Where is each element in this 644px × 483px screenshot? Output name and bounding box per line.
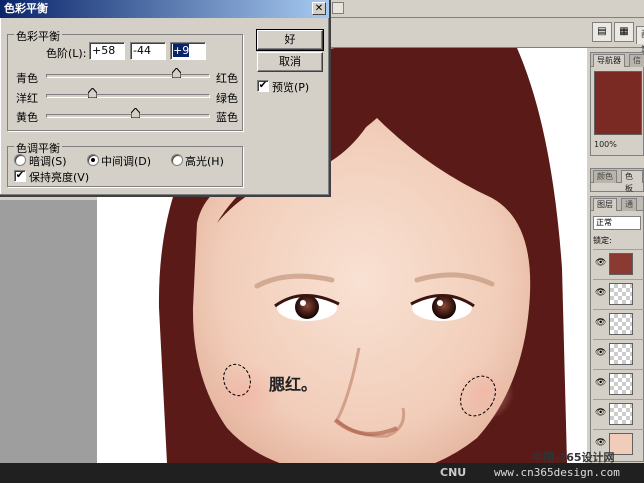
lock-label: 锁定: [593, 236, 612, 245]
slider-left-label: 洋红 [16, 92, 38, 105]
highlights-label[interactable]: 高光(H) [185, 153, 224, 169]
layer-thumbnail [609, 283, 633, 305]
zoom-level[interactable]: 100% [594, 140, 617, 149]
shadows-label[interactable]: 暗调(S) [29, 153, 67, 169]
tab-navigator[interactable]: 导航器 [593, 54, 625, 67]
tab-layers[interactable]: 图层 [593, 198, 617, 211]
cancel-button[interactable]: 取消 [257, 52, 323, 72]
yellow-blue-slider-track[interactable] [46, 114, 210, 118]
color-balance-group-label: 色彩平衡 [14, 28, 62, 44]
navigator-preview[interactable] [594, 71, 642, 135]
tab-channels[interactable]: 通 [621, 198, 637, 211]
cyan-red-slider-track[interactable] [46, 74, 210, 78]
layers-panel: 图层 通 正常 锁定: 👁 👁 👁 👁 👁 👁 👁 [590, 196, 644, 462]
yellow-blue-slider-thumb[interactable] [131, 108, 141, 118]
eye-icon[interactable]: 👁 [595, 348, 606, 358]
watermark-logo: CNU [440, 466, 467, 479]
slider-right-label: 蓝色 [216, 111, 238, 124]
tab-info[interactable]: 信 [629, 54, 644, 67]
tab-swatches[interactable]: 色板 [621, 170, 643, 193]
eye-icon[interactable]: 👁 [595, 318, 606, 328]
eye-icon[interactable]: 👁 [595, 438, 606, 448]
layer-row[interactable]: 👁 [593, 369, 644, 397]
layer-thumbnail [609, 343, 633, 365]
layer-thumbnail [609, 313, 633, 335]
magenta-green-slider-track[interactable] [46, 94, 210, 98]
blush-annotation: 腮红。 [269, 375, 318, 394]
options-icon[interactable] [332, 2, 344, 14]
layer-row[interactable]: 👁 [593, 279, 644, 307]
layer-row[interactable]: 👁 [593, 399, 644, 427]
blend-mode-select[interactable]: 正常 [593, 216, 641, 230]
watermark-bar: CNU 中国-365设计网 www.cn365design.com [0, 451, 644, 483]
eye-icon[interactable]: 👁 [595, 408, 606, 418]
slider-right-label: 红色 [216, 72, 238, 85]
level-cyan-red-field[interactable]: +58 [89, 42, 125, 60]
slider-right-label: 绿色 [216, 92, 238, 105]
watermark-site: 中国-365设计网 [532, 451, 615, 464]
eye-icon[interactable]: 👁 [595, 288, 606, 298]
level-magenta-green-field[interactable]: -44 [130, 42, 166, 60]
layer-row[interactable]: 👁 [593, 339, 644, 367]
slider-left-label: 黄色 [16, 111, 38, 124]
layer-thumbnail [609, 253, 633, 275]
midtones-radio[interactable] [87, 154, 99, 166]
navigator-panel: 导航器 信 100% [590, 52, 644, 156]
swatches-panel: 颜色 色板 [590, 168, 644, 193]
shadows-radio[interactable] [14, 154, 26, 166]
preview-label[interactable]: 预览(P) [272, 79, 309, 95]
ok-button[interactable]: 好 [256, 29, 324, 51]
layer-row[interactable]: 👁 [593, 249, 644, 277]
file-browser-icon[interactable]: ▤ [592, 22, 612, 42]
preserve-luminosity-label[interactable]: 保持亮度(V) [29, 169, 89, 185]
magenta-green-slider-thumb[interactable] [87, 88, 97, 98]
workspace-background [0, 200, 97, 463]
midtones-label[interactable]: 中间调(D) [101, 153, 151, 169]
palette-well-icon[interactable]: ▦ [614, 22, 634, 42]
layer-thumbnail [609, 373, 633, 395]
levels-label: 色阶(L): [46, 47, 87, 60]
layer-row[interactable]: 👁 [593, 309, 644, 337]
dialog-title: 色彩平衡 [0, 0, 329, 18]
tab-brushes[interactable]: 画笔 [636, 26, 644, 56]
layer-thumbnail [609, 403, 633, 425]
highlights-radio[interactable] [171, 154, 183, 166]
preserve-luminosity-checkbox[interactable]: ✔ [14, 170, 26, 182]
preview-checkbox[interactable]: ✔ [257, 80, 269, 92]
options-bar [330, 0, 644, 18]
tool-options-bar: ▤ ▦ 画笔 [330, 18, 644, 56]
eye-icon[interactable]: 👁 [595, 378, 606, 388]
level-yellow-blue-field[interactable]: +9 [170, 42, 206, 60]
eye-icon[interactable]: 👁 [595, 258, 606, 268]
slider-left-label: 青色 [16, 72, 38, 85]
cyan-red-slider-thumb[interactable] [171, 68, 181, 78]
close-button[interactable]: ✕ [312, 2, 326, 15]
tab-color[interactable]: 颜色 [593, 170, 617, 183]
color-balance-dialog: 色彩平衡 ✕ 色彩平衡 色阶(L): +58 -44 +9 青色 红色 洋红 绿… [0, 0, 331, 197]
watermark-url: www.cn365design.com [494, 466, 620, 479]
